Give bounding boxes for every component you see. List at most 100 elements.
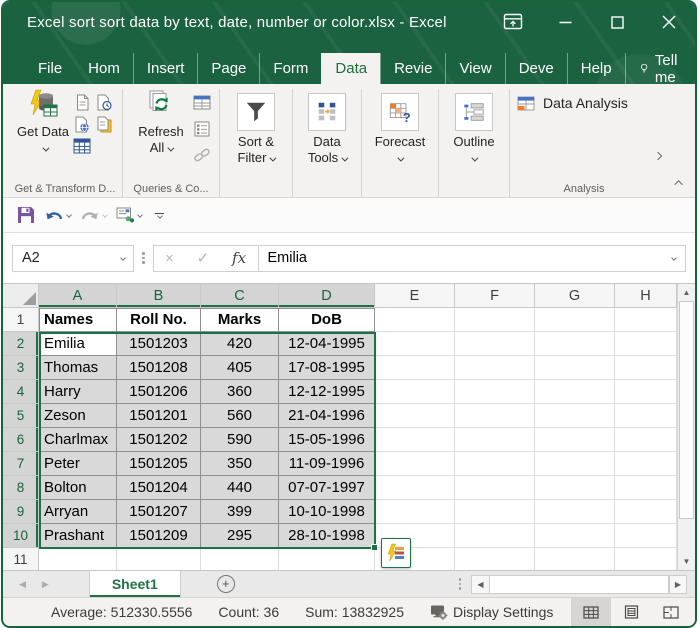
cell-C9[interactable]: 399 — [201, 500, 279, 524]
cell-B7[interactable]: 1501205 — [117, 452, 201, 476]
tab-file[interactable]: File — [25, 53, 75, 84]
row-header-1[interactable]: 1 — [3, 308, 39, 332]
cell-D2[interactable]: 12-04-1995 — [279, 332, 375, 356]
cell-A8[interactable]: Bolton — [39, 476, 117, 500]
cell-E2[interactable] — [375, 332, 455, 356]
connection-properties-icon[interactable] — [192, 93, 212, 113]
touch-mouse-mode-button[interactable] — [116, 207, 142, 223]
cell-G10[interactable] — [535, 524, 615, 548]
undo-button[interactable] — [44, 208, 71, 223]
cell-B6[interactable]: 1501202 — [117, 428, 201, 452]
cell-F4[interactable] — [455, 380, 535, 404]
new-sheet-button[interactable]: + — [217, 575, 235, 593]
cell-F11[interactable] — [455, 548, 535, 570]
ribbon-scroll-right-button[interactable] — [655, 146, 661, 164]
column-header-G[interactable]: G — [535, 284, 615, 308]
forecast-button[interactable]: ? Forecast — [369, 89, 431, 179]
cell-F5[interactable] — [455, 404, 535, 428]
edit-links-icon[interactable] — [192, 145, 212, 165]
recent-sources-icon[interactable] — [94, 92, 114, 112]
cell-E8[interactable] — [375, 476, 455, 500]
collapse-ribbon-button[interactable] — [677, 173, 683, 191]
cell-C10[interactable]: 295 — [201, 524, 279, 548]
tell-me-button[interactable]: Tell me — [625, 53, 697, 84]
cell-A9[interactable]: Arryan — [39, 500, 117, 524]
maximize-button[interactable] — [591, 2, 643, 42]
cell-B4[interactable]: 1501206 — [117, 380, 201, 404]
row-header-6[interactable]: 6 — [3, 428, 39, 452]
redo-button[interactable] — [80, 208, 107, 223]
tab-data[interactable]: Data — [321, 53, 380, 84]
cell-G4[interactable] — [535, 380, 615, 404]
cell-D6[interactable]: 15-05-1996 — [279, 428, 375, 452]
scroll-right-arrow[interactable]: ▶ — [669, 576, 686, 593]
cell-H7[interactable] — [615, 452, 677, 476]
tab-hom[interactable]: Hom — [75, 53, 133, 84]
row-header-9[interactable]: 9 — [3, 500, 39, 524]
data-analysis-button[interactable]: Data Analysis — [517, 89, 628, 179]
cell-A5[interactable]: Zeson — [39, 404, 117, 428]
row-header-5[interactable]: 5 — [3, 404, 39, 428]
outline-button[interactable]: Outline — [446, 89, 502, 179]
cell-G7[interactable] — [535, 452, 615, 476]
cell-B9[interactable]: 1501207 — [117, 500, 201, 524]
cell-H6[interactable] — [615, 428, 677, 452]
cell-A3[interactable]: Thomas — [39, 356, 117, 380]
from-table-icon[interactable] — [72, 136, 92, 156]
cell-B8[interactable]: 1501204 — [117, 476, 201, 500]
cell-D11[interactable] — [279, 548, 375, 570]
refresh-all-button[interactable]: Refresh All — [130, 89, 192, 179]
column-header-A[interactable]: A — [39, 284, 117, 308]
cancel-icon[interactable]: × — [165, 250, 174, 267]
row-header-10[interactable]: 10 — [3, 524, 39, 548]
name-box[interactable]: A2 — [12, 245, 134, 272]
cell-H9[interactable] — [615, 500, 677, 524]
cell-D5[interactable]: 21-04-1996 — [279, 404, 375, 428]
column-header-D[interactable]: D — [279, 284, 375, 308]
cell-F7[interactable] — [455, 452, 535, 476]
tab-insert[interactable]: Insert — [133, 53, 198, 84]
cell-F1[interactable] — [455, 308, 535, 332]
page-break-preview-button[interactable] — [651, 598, 691, 626]
enter-icon[interactable]: ✓ — [197, 249, 210, 267]
cell-F9[interactable] — [455, 500, 535, 524]
cell-F6[interactable] — [455, 428, 535, 452]
cell-H2[interactable] — [615, 332, 677, 356]
cell-G9[interactable] — [535, 500, 615, 524]
cell-G2[interactable] — [535, 332, 615, 356]
column-header-C[interactable]: C — [201, 284, 279, 308]
cell-F2[interactable] — [455, 332, 535, 356]
cell-D7[interactable]: 11-09-1996 — [279, 452, 375, 476]
cell-D4[interactable]: 12-12-1995 — [279, 380, 375, 404]
cell-C3[interactable]: 405 — [201, 356, 279, 380]
cell-B2[interactable]: 1501203 — [117, 332, 201, 356]
tab-revie[interactable]: Revie — [380, 53, 445, 84]
cell-E9[interactable] — [375, 500, 455, 524]
cell-C5[interactable]: 560 — [201, 404, 279, 428]
existing-connections-icon[interactable] — [94, 114, 114, 134]
select-all-button[interactable] — [3, 284, 39, 308]
cell-G8[interactable] — [535, 476, 615, 500]
quick-analysis-button[interactable] — [381, 538, 411, 568]
cell-G5[interactable] — [535, 404, 615, 428]
row-header-7[interactable]: 7 — [3, 452, 39, 476]
cell-D3[interactable]: 17-08-1995 — [279, 356, 375, 380]
workbook-connections-icon[interactable] — [192, 119, 212, 139]
cell-A4[interactable]: Harry — [39, 380, 117, 404]
normal-view-button[interactable] — [571, 598, 611, 626]
cell-A10[interactable]: Prashant — [39, 524, 117, 548]
save-button[interactable] — [17, 206, 35, 224]
cell-E4[interactable] — [375, 380, 455, 404]
close-button[interactable] — [643, 2, 695, 42]
cell-D1[interactable]: DoB — [279, 308, 375, 332]
column-header-E[interactable]: E — [375, 284, 455, 308]
cell-H10[interactable] — [615, 524, 677, 548]
customize-quick-access-toolbar-button[interactable] — [155, 213, 164, 218]
tab-form[interactable]: Form — [259, 53, 321, 84]
cell-A7[interactable]: Peter — [39, 452, 117, 476]
cell-B5[interactable]: 1501201 — [117, 404, 201, 428]
formula-bar-resize-handle[interactable] — [142, 252, 145, 264]
new-query-icon[interactable] — [72, 92, 92, 112]
cell-D9[interactable]: 10-10-1998 — [279, 500, 375, 524]
cell-D10[interactable]: 28-10-1998 — [279, 524, 375, 548]
